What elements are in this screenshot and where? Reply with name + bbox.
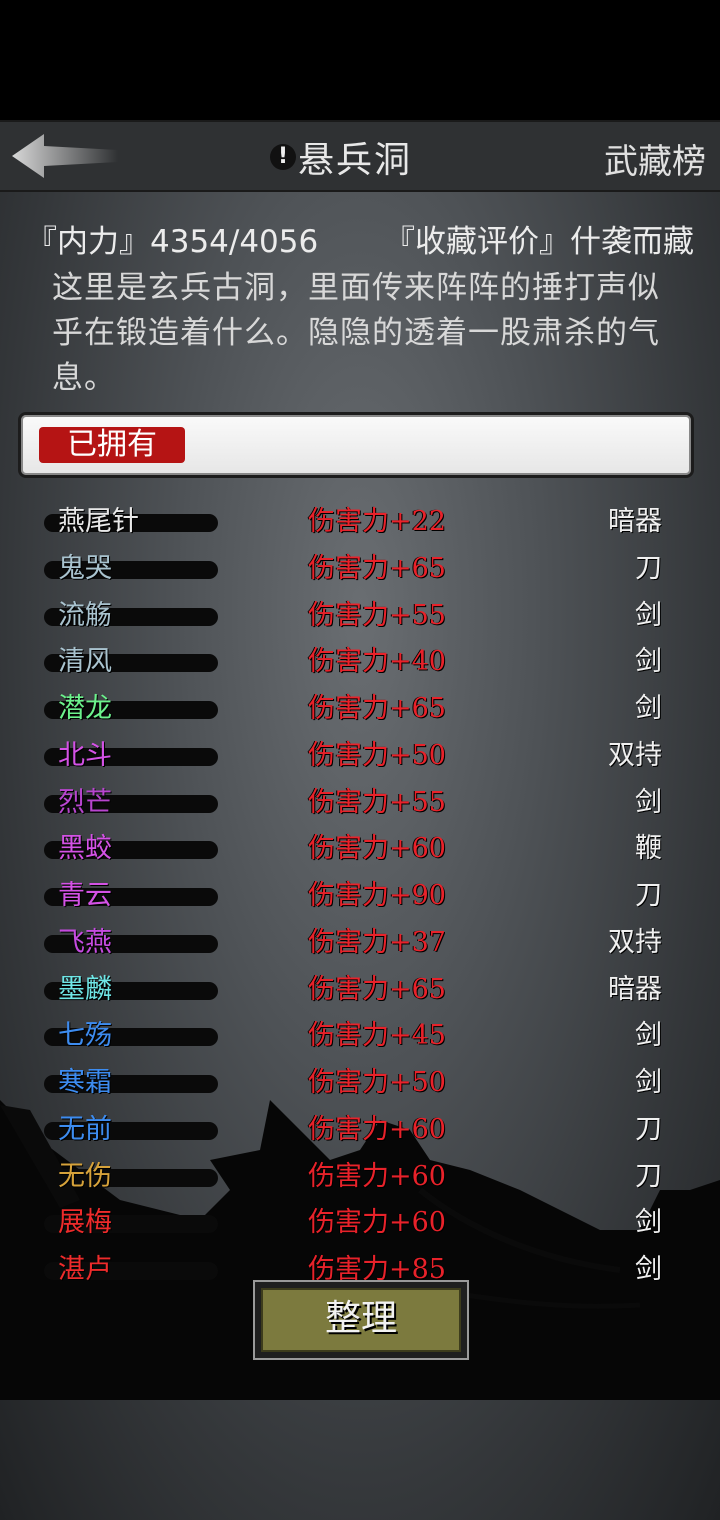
weapon-damage: 伤害力+60 [308, 1207, 446, 1239]
weapon-type: 双持 [608, 926, 662, 958]
weapon-damage: 伤害力+65 [308, 552, 446, 584]
back-arrow-icon[interactable] [10, 132, 120, 182]
weapon-damage: 伤害力+55 [308, 786, 446, 818]
weapon-type: 剑 [635, 1067, 662, 1098]
weapon-name: 无前 [58, 1113, 112, 1145]
weapon-damage: 伤害力+40 [308, 646, 446, 678]
weapon-name: 展梅 [58, 1207, 112, 1239]
weapon-name: 燕尾针 [58, 506, 139, 537]
location-description: 这里是玄兵古洞，里面传来阵阵的捶打声似乎在锻造着什么。隐隐的透着一股肃杀的气息。 [52, 270, 660, 396]
game-screen: ! 悬兵洞 武藏榜 『内力』4354/4056 『收藏评价』什袭而藏 这里是玄兵… [0, 120, 720, 1520]
weapon-name: 清风 [58, 646, 112, 678]
filter-bar: 已拥有 [18, 412, 694, 478]
weapon-type: 剑 [635, 1207, 662, 1239]
weapon-row[interactable]: 黑蛟 伤害力+60 鞭 [16, 827, 692, 873]
weapon-type: 刀 [635, 552, 662, 584]
collection-rating-stat: 『收藏评价』什袭而藏 [384, 224, 694, 260]
weapon-damage: 伤害力+60 [308, 1113, 446, 1145]
weapon-row[interactable]: 无前 伤害力+60 刀 [16, 1108, 692, 1154]
weapon-damage: 伤害力+60 [308, 1160, 446, 1192]
weapon-damage: 伤害力+37 [308, 926, 446, 958]
weapon-name: 七殇 [58, 1020, 112, 1052]
weapon-row[interactable]: 七殇 伤害力+45 剑 [16, 1014, 692, 1060]
weapon-damage: 伤害力+65 [308, 973, 446, 1005]
weapon-row[interactable]: 燕尾针 伤害力+22 暗器 [16, 500, 692, 546]
weapon-type: 剑 [635, 693, 662, 724]
weapon-type: 刀 [635, 1113, 662, 1145]
weapon-damage: 伤害力+60 [308, 833, 446, 865]
internal-power-stat: 『内力』4354/4056 [26, 224, 319, 260]
sort-button-label: 整理 [261, 1288, 461, 1352]
weapon-type: 剑 [635, 1020, 662, 1052]
weapon-type: 刀 [635, 1160, 662, 1192]
ranking-link[interactable]: 武藏榜 [604, 134, 706, 183]
weapon-damage: 伤害力+50 [308, 1067, 446, 1098]
weapon-name: 飞燕 [58, 926, 112, 958]
weapon-damage: 伤害力+85 [308, 1254, 446, 1284]
weapon-type: 刀 [635, 880, 662, 911]
weapon-type: 鞭 [635, 833, 662, 865]
weapon-row[interactable]: 青云 伤害力+90 刀 [16, 874, 692, 920]
weapon-type: 剑 [635, 646, 662, 678]
weapon-name: 流觞 [58, 599, 112, 631]
weapon-name: 青云 [58, 880, 112, 911]
weapon-damage: 伤害力+55 [308, 599, 446, 631]
weapon-type: 暗器 [608, 973, 662, 1005]
sort-button[interactable]: 整理 [253, 1280, 469, 1360]
weapon-type: 双持 [608, 739, 662, 771]
weapon-row[interactable]: 北斗 伤害力+50 双持 [16, 734, 692, 780]
weapon-row[interactable]: 展梅 伤害力+60 剑 [16, 1201, 692, 1247]
weapon-row[interactable]: 飞燕 伤害力+37 双持 [16, 921, 692, 967]
weapon-damage: 伤害力+50 [308, 739, 446, 771]
weapon-damage: 伤害力+65 [308, 693, 446, 724]
page-title: 悬兵洞 [298, 140, 413, 181]
weapon-name: 烈芒 [58, 786, 112, 818]
weapon-name: 黑蛟 [58, 833, 112, 865]
weapon-name: 寒霜 [58, 1067, 112, 1098]
tab-owned[interactable]: 已拥有 [39, 427, 185, 463]
weapon-row[interactable]: 寒霜 伤害力+50 剑 [16, 1061, 692, 1107]
top-bar: ! 悬兵洞 武藏榜 [0, 120, 720, 192]
weapon-name: 无伤 [58, 1160, 112, 1192]
weapon-row[interactable]: 鬼哭 伤害力+65 刀 [16, 547, 692, 593]
title-group: ! 悬兵洞 [270, 132, 412, 182]
weapon-damage: 伤害力+90 [308, 880, 446, 911]
weapon-type: 剑 [635, 599, 662, 631]
weapon-type: 剑 [635, 1254, 662, 1284]
weapon-row[interactable]: 流觞 伤害力+55 剑 [16, 594, 692, 640]
weapon-row[interactable]: 无伤 伤害力+60 刀 [16, 1155, 692, 1201]
weapon-row[interactable]: 湛卢 伤害力+85 剑 [16, 1248, 692, 1284]
weapon-row[interactable]: 潜龙 伤害力+65 剑 [16, 687, 692, 733]
alert-icon: ! [270, 144, 296, 170]
weapon-row[interactable]: 墨麟 伤害力+65 暗器 [16, 968, 692, 1014]
weapon-type: 剑 [635, 786, 662, 818]
weapon-name: 湛卢 [58, 1254, 112, 1284]
weapon-name: 北斗 [58, 739, 112, 771]
weapon-name: 潜龙 [58, 693, 112, 724]
weapon-damage: 伤害力+22 [308, 506, 446, 537]
weapon-damage: 伤害力+45 [308, 1020, 446, 1052]
weapon-name: 鬼哭 [58, 552, 112, 584]
weapon-name: 墨麟 [58, 973, 112, 1005]
weapon-type: 暗器 [608, 506, 662, 537]
weapon-row[interactable]: 清风 伤害力+40 剑 [16, 640, 692, 686]
weapon-list[interactable]: 燕尾针 伤害力+22 暗器 鬼哭 伤害力+65 刀流觞 伤害力+55 剑清风 伤害力+40 剑潜龙… [16, 476, 692, 1284]
weapon-row[interactable]: 烈芒 伤害力+55 剑 [16, 781, 692, 827]
